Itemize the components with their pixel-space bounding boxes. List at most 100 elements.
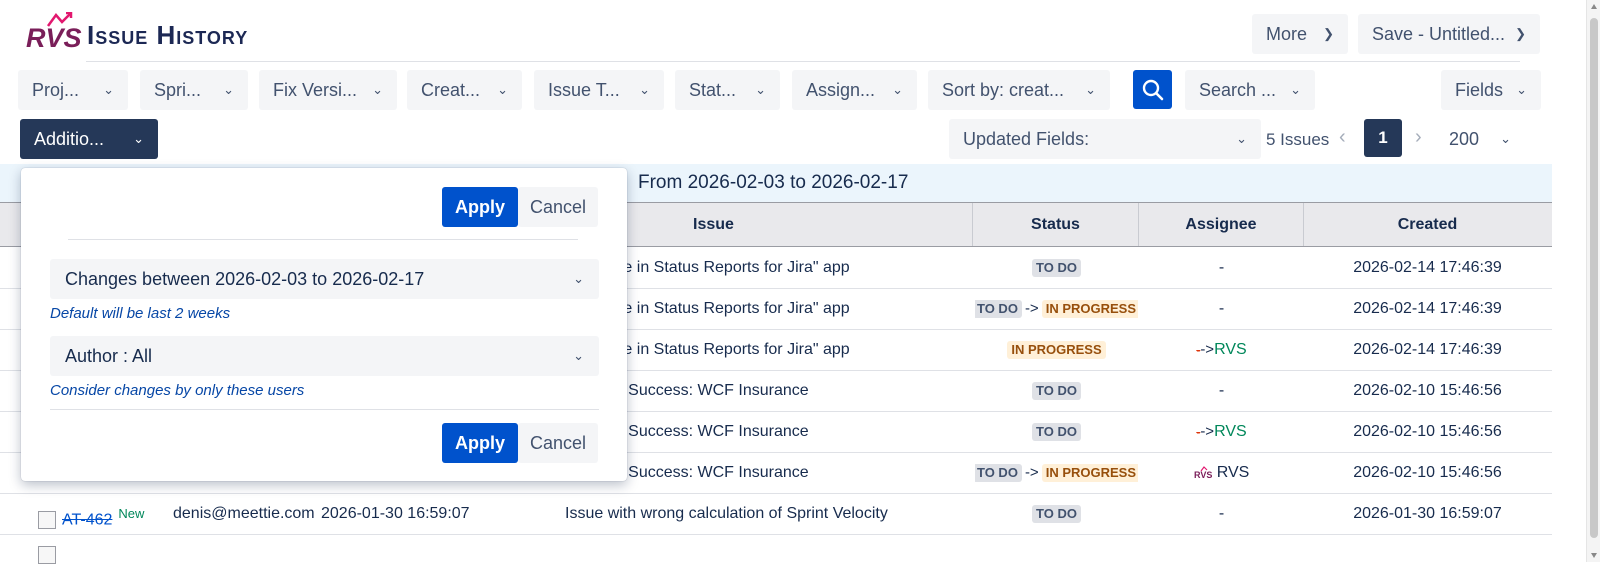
created-date: 2026-01-30 16:59:07 bbox=[1353, 505, 1502, 522]
chevron-down-icon: ⌄ bbox=[755, 82, 766, 97]
table-row[interactable]: AT-462 New denis@meettie.com 2026-01-30 1… bbox=[0, 494, 1552, 535]
issue-key-cell[interactable]: AT-462 New bbox=[38, 494, 168, 534]
issues-count: 5 Issues bbox=[1266, 130, 1330, 149]
chevron-down-icon: ⌄ bbox=[497, 82, 508, 97]
project-filter[interactable]: Proj... ⌄ bbox=[18, 70, 128, 110]
assignee-cell: - bbox=[1218, 382, 1225, 399]
table-row-partial[interactable] bbox=[0, 535, 1552, 576]
assignee-cell: - bbox=[1218, 505, 1225, 522]
status-lozenge-from: TO DO bbox=[975, 300, 1022, 318]
assignee-cell: - -> RVS bbox=[1140, 412, 1303, 452]
svg-text:RVS: RVS bbox=[26, 23, 82, 52]
status-cell: TO DO -> IN PROGRESS bbox=[975, 453, 1138, 493]
assignee-filter-label: Assign... bbox=[806, 79, 876, 100]
next-page-icon[interactable]: › bbox=[1415, 126, 1422, 149]
author-email: denis@meettie.com bbox=[173, 505, 315, 522]
chevron-down-icon: ⌄ bbox=[573, 348, 584, 363]
status-cell: TO DO -> IN PROGRESS bbox=[975, 289, 1138, 329]
issue-key-cell[interactable] bbox=[38, 535, 168, 575]
sort-by-dropdown[interactable]: Sort by: creat... ⌄ bbox=[928, 70, 1110, 110]
chevron-down-icon: ⌄ bbox=[892, 82, 903, 97]
changes-between-select[interactable]: Changes between 2026-02-03 to 2026-02-17… bbox=[50, 259, 599, 299]
chevron-down-icon: ⌄ bbox=[1500, 131, 1511, 146]
save-label: Save - Untitled... bbox=[1372, 23, 1506, 44]
apply-button-bottom[interactable]: Apply bbox=[442, 423, 518, 463]
status-lozenge-from: TO DO bbox=[975, 464, 1022, 482]
assignee-name: RVS bbox=[1216, 464, 1250, 481]
additional-filter-label: Additio... bbox=[34, 128, 105, 149]
prev-page-icon[interactable]: ‹ bbox=[1339, 126, 1346, 149]
status-cell: TO DO bbox=[975, 248, 1138, 288]
fix-version-filter[interactable]: Fix Versi... ⌄ bbox=[259, 70, 397, 110]
author-hint: Consider changes by only these users bbox=[50, 382, 305, 399]
author-select[interactable]: Author : All ⌄ bbox=[50, 336, 599, 376]
issue-type-filter[interactable]: Issue T... ⌄ bbox=[534, 70, 664, 110]
status-lozenge: TO DO bbox=[1032, 423, 1081, 441]
created-date: 2026-02-10 15:46:56 bbox=[1353, 464, 1502, 481]
fields-button[interactable]: Fields ⌄ bbox=[1441, 70, 1541, 110]
created-date: 2026-02-14 17:46:39 bbox=[1353, 341, 1502, 358]
issue-type-icon bbox=[38, 511, 56, 530]
column-header-status[interactable]: Status bbox=[973, 203, 1139, 246]
vertical-scrollbar[interactable] bbox=[1586, 0, 1600, 562]
column-header-assignee[interactable]: Assignee bbox=[1139, 203, 1304, 246]
scroll-down-icon[interactable] bbox=[1591, 553, 1597, 558]
assignee-cell: - bbox=[1218, 300, 1225, 317]
rvs-logo-icon: RVS bbox=[26, 12, 82, 52]
status-cell: TO DO bbox=[975, 494, 1138, 534]
change-date: 2026-01-30 16:59:07 bbox=[321, 505, 470, 522]
rvs-avatar-icon: RVS bbox=[1194, 466, 1212, 480]
chevron-down-icon: ⌄ bbox=[103, 82, 114, 97]
cancel-button-top[interactable]: Cancel bbox=[518, 187, 598, 227]
header-divider bbox=[86, 61, 1520, 62]
apply-button-top[interactable]: Apply bbox=[442, 187, 518, 227]
panel-divider bbox=[50, 409, 599, 410]
chevron-down-icon: ❯ bbox=[1515, 26, 1526, 41]
assignee-new-value: RVS bbox=[1214, 341, 1247, 358]
search-dropdown-label: Search ... bbox=[1199, 79, 1277, 100]
page-1-button[interactable]: 1 bbox=[1364, 119, 1402, 157]
more-label: More bbox=[1266, 23, 1308, 44]
sprint-filter-label: Spri... bbox=[154, 79, 202, 100]
additional-filter-panel: Apply Cancel Changes between 2026-02-03 … bbox=[21, 168, 627, 481]
chevron-down-icon: ❯ bbox=[1323, 26, 1334, 41]
new-tag: New bbox=[118, 506, 145, 521]
assignee-new-value: RVS bbox=[1214, 423, 1247, 440]
chevron-down-icon: ⌄ bbox=[1085, 82, 1096, 97]
updated-fields-select[interactable]: Updated Fields: ⌄ bbox=[949, 119, 1261, 159]
status-cell: TO DO bbox=[975, 371, 1138, 411]
status-lozenge-to: IN PROGRESS bbox=[1041, 300, 1138, 318]
scroll-up-icon[interactable] bbox=[1591, 4, 1597, 9]
page-size-select[interactable]: 200 ⌄ bbox=[1435, 119, 1525, 159]
svg-text:RVS: RVS bbox=[1194, 470, 1212, 480]
changes-between-value: Changes between 2026-02-03 to 2026-02-17 bbox=[65, 268, 425, 289]
status-lozenge: IN PROGRESS bbox=[1007, 341, 1106, 359]
chevron-down-icon: ⌄ bbox=[573, 271, 584, 286]
created-filter-label: Creat... bbox=[421, 79, 481, 100]
updated-fields-label: Updated Fields: bbox=[963, 128, 1090, 149]
search-icon bbox=[1142, 79, 1163, 100]
chevron-down-icon: ⌄ bbox=[223, 82, 234, 97]
sprint-filter[interactable]: Spri... ⌄ bbox=[140, 70, 248, 110]
save-button[interactable]: Save - Untitled... ❯ bbox=[1358, 14, 1540, 54]
created-filter[interactable]: Creat... ⌄ bbox=[407, 70, 522, 110]
scrollbar-thumb[interactable] bbox=[1590, 18, 1598, 538]
search-button[interactable] bbox=[1133, 70, 1172, 109]
status-filter[interactable]: Stat... ⌄ bbox=[675, 70, 780, 110]
issue-summary: Issue with wrong calculation of Sprint V… bbox=[565, 505, 888, 522]
search-dropdown[interactable]: Search ... ⌄ bbox=[1185, 70, 1315, 110]
status-lozenge: TO DO bbox=[1032, 505, 1081, 523]
status-change-arrow: -> bbox=[1024, 300, 1039, 317]
additional-filter[interactable]: Additio... ⌄ bbox=[20, 119, 158, 159]
assignee-filter[interactable]: Assign... ⌄ bbox=[792, 70, 917, 110]
column-header-created[interactable]: Created bbox=[1304, 203, 1551, 246]
app-logo: RVS bbox=[26, 12, 82, 52]
more-button[interactable]: More ❯ bbox=[1252, 14, 1348, 54]
issue-type-icon bbox=[38, 545, 56, 564]
status-cell: TO DO bbox=[975, 412, 1138, 452]
page-title: Issue History bbox=[87, 20, 249, 50]
created-date: 2026-02-14 17:46:39 bbox=[1353, 259, 1502, 276]
page-size-label: 200 bbox=[1449, 128, 1480, 149]
cancel-button-bottom[interactable]: Cancel bbox=[518, 423, 598, 463]
issue-key-link[interactable]: AT-462 bbox=[62, 511, 112, 528]
